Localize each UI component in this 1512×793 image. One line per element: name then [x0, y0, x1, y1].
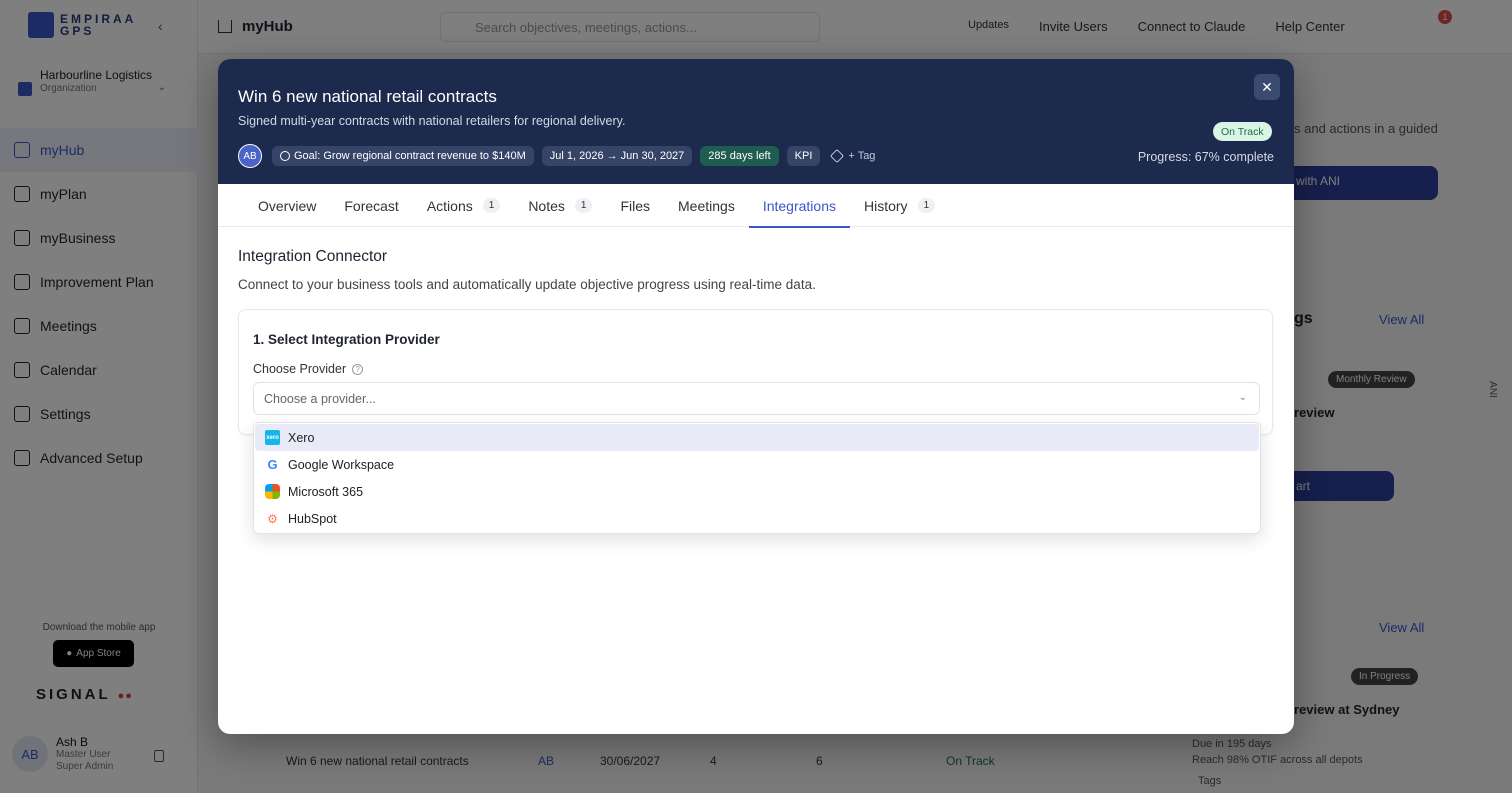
target-icon	[280, 151, 290, 161]
tab-label: Forecast	[344, 197, 399, 214]
tab-forecast[interactable]: Forecast	[330, 184, 412, 227]
tab-count-badge: 1	[917, 198, 936, 213]
option-label: Microsoft 365	[288, 484, 364, 499]
status-badge: On Track	[1213, 122, 1272, 141]
field-label-text: Choose Provider	[253, 362, 347, 376]
tab-label: Overview	[258, 197, 317, 214]
tab-label: Actions	[426, 197, 473, 214]
tab-files[interactable]: Files	[606, 184, 664, 227]
provider-option-microsoft-365[interactable]: Microsoft 365	[255, 478, 1259, 505]
objective-chips: AB Goal: Grow regional contract revenue …	[238, 144, 879, 168]
tab-label: Meetings	[678, 197, 735, 214]
add-tag-label: + Tag	[848, 150, 876, 162]
modal-description: Signed multi-year contracts with nationa…	[238, 114, 626, 128]
provider-option-hubspot[interactable]: ⚙ HubSpot	[255, 505, 1259, 532]
goal-chip[interactable]: Goal: Grow regional contract revenue to …	[272, 146, 534, 166]
help-icon[interactable]: ?	[352, 363, 364, 375]
tab-label: Notes	[528, 197, 565, 214]
field-label: Choose Provider?	[253, 362, 364, 376]
tab-meetings[interactable]: Meetings	[664, 184, 749, 227]
provider-option-xero[interactable]: xero Xero	[255, 424, 1259, 451]
modal-title: Win 6 new national retail contracts	[238, 87, 497, 106]
avatar[interactable]: AB	[238, 144, 262, 168]
tab-label: History	[864, 197, 908, 214]
section-title: Integration Connector	[238, 248, 388, 265]
provider-card: 1. Select Integration Provider Choose Pr…	[238, 309, 1273, 435]
tab-integrations[interactable]: Integrations	[748, 184, 851, 228]
step-title: 1. Select Integration Provider	[253, 332, 440, 347]
option-label: Google Workspace	[288, 457, 395, 472]
hubspot-icon: ⚙	[267, 511, 278, 526]
progress-text: Progress: 67% complete	[1137, 150, 1274, 164]
tag-icon	[830, 148, 845, 164]
close-icon: ✕	[1261, 78, 1273, 95]
tab-overview[interactable]: Overview	[244, 184, 330, 227]
provider-option-google-workspace[interactable]: G Google Workspace	[255, 451, 1259, 478]
section-description: Connect to your business tools and autom…	[238, 277, 816, 292]
tab-count-badge: 1	[574, 198, 593, 213]
date-chip[interactable]: Jul 1, 2026 → Jun 30, 2027	[541, 146, 693, 166]
add-tag-button[interactable]: + Tag	[828, 146, 879, 166]
goal-chip-label: Goal: Grow regional contract revenue to …	[294, 150, 526, 162]
option-label: Xero	[288, 430, 315, 445]
tab-history[interactable]: History 1	[850, 184, 949, 227]
select-placeholder: Choose a provider...	[264, 392, 376, 406]
modal-tabs: Overview Forecast Actions 1 Notes 1 Files …	[218, 184, 1294, 228]
kpi-chip[interactable]: KPI	[786, 146, 821, 166]
microsoft-365-icon	[265, 484, 280, 499]
tab-count-badge: 1	[482, 198, 501, 213]
objective-modal: Win 6 new national retail contracts Sign…	[218, 59, 1294, 734]
tab-actions[interactable]: Actions 1	[413, 184, 514, 227]
modal-header: Win 6 new national retail contracts Sign…	[218, 59, 1294, 184]
days-left-chip: 285 days left	[700, 146, 779, 166]
provider-select[interactable]: Choose a provider... ⌄	[253, 382, 1260, 415]
provider-dropdown: xero Xero G Google Workspace Microsoft 365…	[253, 422, 1261, 534]
tab-label: Files	[620, 197, 651, 214]
chevron-down-icon: ⌄	[1238, 392, 1247, 403]
option-label: HubSpot	[288, 511, 337, 526]
xero-icon: xero	[265, 430, 280, 445]
close-button[interactable]: ✕	[1254, 74, 1280, 100]
google-icon: G	[267, 457, 278, 472]
tab-label: Integrations	[762, 197, 836, 214]
tab-notes[interactable]: Notes 1	[514, 184, 606, 227]
